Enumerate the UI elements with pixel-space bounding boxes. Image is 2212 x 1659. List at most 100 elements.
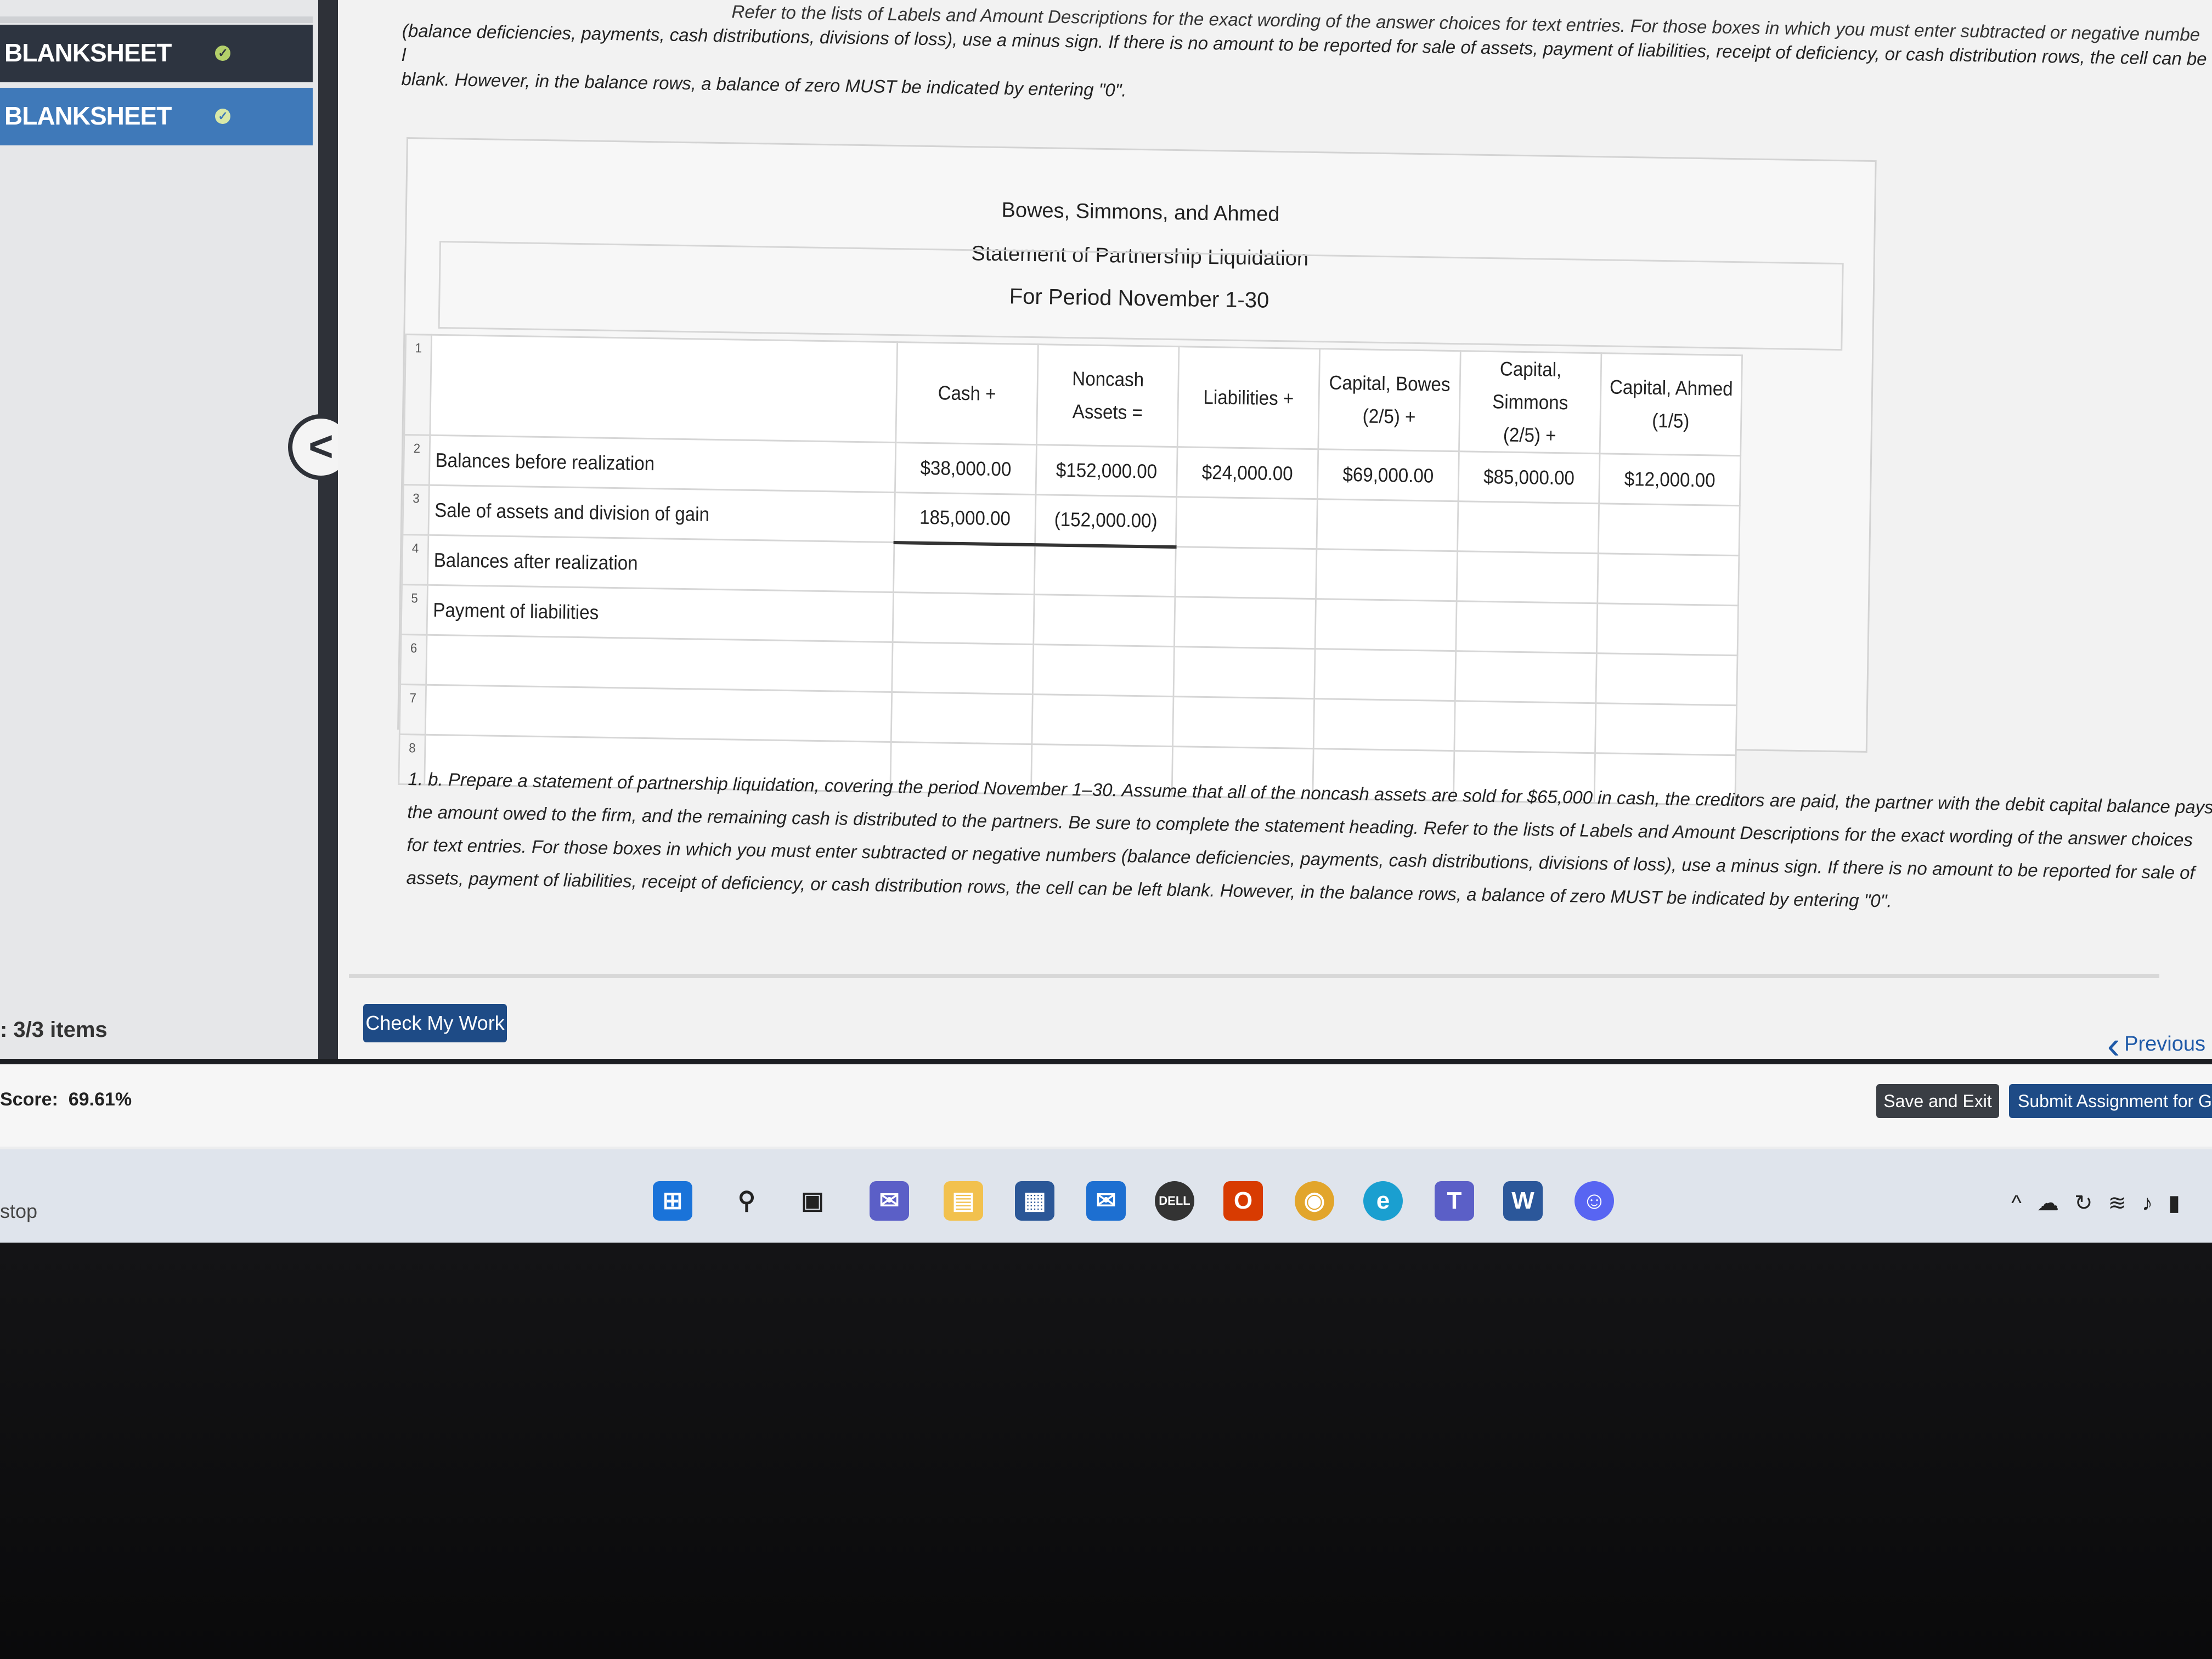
sidebar-item-label: BLANKSHEET [4,101,172,130]
liabilities-cell[interactable] [1175,546,1317,599]
row-number: 2 [403,435,430,486]
discord-icon[interactable]: ☺ [1575,1181,1614,1221]
column-header-subtext: (2/5) + [1503,423,1556,447]
capital-ahmed-cell[interactable] [1595,703,1737,755]
column-header-text: Noncash Assets = [1072,367,1144,424]
capital-bowes-cell[interactable] [1313,698,1455,751]
row-label-cell[interactable] [425,685,892,742]
row-label-cell[interactable]: Payment of liabilities [427,585,894,642]
capital-ahmed-cell[interactable] [1596,603,1739,656]
capital-ahmed-cell[interactable] [1595,653,1738,706]
row-label-cell[interactable]: Sale of assets and division of gain [428,485,895,543]
task-view-icon[interactable]: ▣ [793,1181,832,1221]
liquidation-statement: Bowes, Simmons, and Ahmed Statement of P… [397,137,1877,805]
content-divider [349,974,2159,978]
row-number: 3 [402,484,430,535]
mail-icon[interactable]: ✉ [1086,1181,1126,1221]
score-bar: Score: 69.61% Save and Exit Submit Assig… [0,1059,2212,1147]
noncash-assets-cell[interactable]: $152,000.00 [1036,444,1178,497]
cloud-icon[interactable]: ☁ [2037,1191,2074,1215]
cash-cell[interactable]: 185,000.00 [894,492,1036,545]
sidebar: BLANKSHEET ✓ BLANKSHEET ✓ : 3/3 items [0,0,318,1059]
capital-ahmed-cell[interactable] [1597,553,1739,606]
capital-bowes-cell[interactable] [1315,599,1457,651]
items-count: : 3/3 items [0,1018,108,1042]
liabilities-cell[interactable] [1174,596,1316,649]
system-tray[interactable]: ^☁↻≋♪▮ [2011,1190,2196,1216]
chat-icon[interactable]: ✉ [870,1181,909,1221]
sidebar-divider [0,16,313,23]
capital-simmons-cell[interactable] [1455,651,1597,703]
row-number: 5 [401,584,428,635]
capital-ahmed-cell[interactable]: $12,000.00 [1599,453,1741,506]
liquidation-table: 1 Cash + Noncash Assets = Liabilities + … [398,334,1743,806]
volume-icon[interactable]: ♪ [2142,1191,2168,1215]
teams-icon[interactable]: T [1435,1181,1474,1221]
store-icon[interactable]: ▦ [1015,1181,1054,1221]
cash-cell[interactable]: $38,000.00 [895,442,1037,495]
row-label-cell[interactable] [426,635,893,692]
liabilities-cell[interactable] [1173,646,1316,699]
noncash-assets-cell[interactable] [1034,544,1176,597]
sidebar-item-blanksheet-2[interactable]: BLANKSHEET ✓ [0,88,313,145]
column-header-capital-bowes: Capital, Bowes (2/5) + [1318,348,1461,452]
edge-icon[interactable]: e [1363,1181,1403,1221]
column-header-capital-simmons: Capital, Simmons (2/5) + [1459,351,1601,454]
column-header-subtext: (1/5) [1651,409,1690,432]
word-icon[interactable]: W [1503,1181,1543,1221]
search-icon[interactable]: ⚲ [727,1181,766,1221]
score-display: Score: 69.61% [0,1089,132,1110]
capital-bowes-cell[interactable] [1316,499,1458,551]
panel-divider[interactable] [318,0,338,1059]
capital-simmons-cell[interactable] [1454,701,1596,753]
column-header-text: Capital, Bowes [1329,371,1451,396]
row-number: 1 [404,334,432,436]
cash-cell[interactable] [893,592,1035,645]
column-header-text: Liabilities + [1203,385,1294,410]
sync-icon[interactable]: ↻ [2074,1191,2108,1215]
column-header-text: Cash + [938,381,996,405]
screen: BLANKSHEET ✓ BLANKSHEET ✓ : 3/3 items < … [0,0,2212,1243]
column-header-noncash-assets: Noncash Assets = [1036,344,1179,447]
cash-cell[interactable] [891,692,1033,744]
capital-bowes-cell[interactable] [1314,648,1456,701]
noncash-assets-cell[interactable] [1033,594,1175,647]
save-and-exit-button[interactable]: Save and Exit [1876,1084,1999,1118]
sidebar-item-label: BLANKSHEET [4,38,172,67]
liabilities-cell[interactable]: $24,000.00 [1176,447,1318,499]
row-number: 4 [402,534,428,585]
sidebar-item-blanksheet-1[interactable]: BLANKSHEET ✓ [0,25,313,82]
check-my-work-button[interactable]: Check My Work [363,1004,507,1042]
noncash-assets-cell[interactable] [1032,644,1175,697]
cash-cell[interactable] [891,642,1034,695]
wifi-icon[interactable]: ≋ [2108,1191,2142,1215]
liabilities-cell[interactable] [1176,496,1318,549]
cash-cell[interactable] [893,542,1035,595]
statement-company[interactable]: Bowes, Simmons, and Ahmed [407,189,1874,236]
liabilities-cell[interactable] [1172,696,1314,749]
row-label-cell[interactable]: Balances before realization [429,435,896,493]
office-icon[interactable]: O [1223,1181,1263,1221]
noncash-assets-cell[interactable]: (152,000.00) [1035,494,1177,547]
capital-bowes-cell[interactable]: $69,000.00 [1317,449,1459,501]
capital-simmons-cell[interactable]: $85,000.00 [1458,451,1600,504]
row-label-cell[interactable]: Balances after realization [427,535,894,592]
chrome-icon[interactable]: ◉ [1295,1181,1334,1221]
column-header-liabilities: Liabilities + [1177,346,1320,449]
taskbar-left-text: stop [0,1200,38,1222]
windows-start-icon[interactable]: ⊞ [653,1181,692,1221]
capital-simmons-cell[interactable] [1457,551,1599,603]
question-1b: 1. b. Prepare a statement of partnership… [406,768,2212,911]
capital-simmons-cell[interactable] [1457,501,1599,554]
capital-bowes-cell[interactable] [1316,549,1458,601]
chevron-up-icon[interactable]: ^ [2011,1191,2037,1215]
submit-assignment-button[interactable]: Submit Assignment for Gr [2009,1084,2212,1118]
file-explorer-icon[interactable]: ▤ [944,1181,983,1221]
battery-icon[interactable]: ▮ [2168,1191,2196,1215]
header-label-cell[interactable] [430,335,898,443]
capital-ahmed-cell[interactable] [1598,503,1740,556]
score-value: 69.61% [68,1089,132,1110]
noncash-assets-cell[interactable] [1031,694,1173,747]
capital-simmons-cell[interactable] [1455,601,1598,653]
dell-icon[interactable]: DELL [1155,1181,1194,1221]
